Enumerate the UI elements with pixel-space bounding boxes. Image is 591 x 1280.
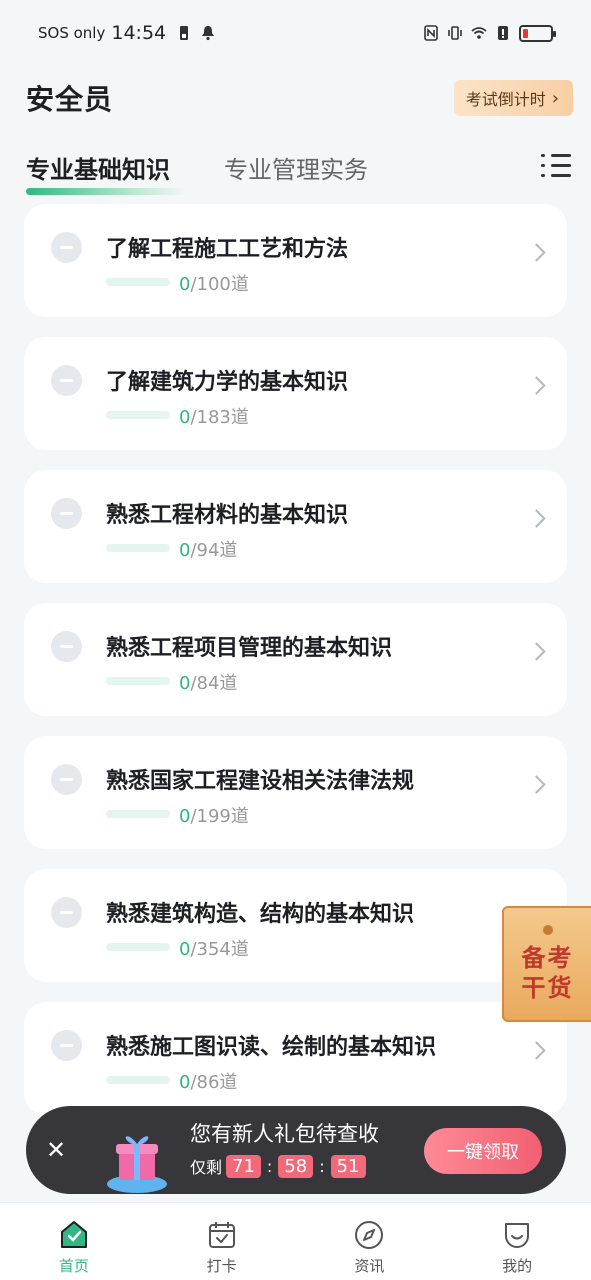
chapter-title: 熟悉工程材料的基本知识 <box>106 503 349 528</box>
remaining-label: 仅剩 <box>190 1158 223 1177</box>
nav-news[interactable]: 资讯 <box>329 1219 409 1276</box>
promo-timer: 仅剩 71 : 58 : 51 <box>190 1154 379 1178</box>
profile-face-icon <box>505 1223 530 1248</box>
nav-label: 我的 <box>502 1257 533 1275</box>
question-count: 0/84道 <box>179 673 238 694</box>
nav-label: 资讯 <box>354 1257 385 1275</box>
list-menu-icon[interactable] <box>541 154 571 178</box>
chapter-list: 了解工程施工工艺和方法 0/100道 了解建筑力学的基本知识 0/183道 熟悉… <box>24 204 567 1135</box>
collapse-icon[interactable] <box>51 498 82 529</box>
chevron-right-icon: › <box>551 87 559 109</box>
tag-knot-icon <box>542 925 553 935</box>
chapter-card[interactable]: 熟悉工程材料的基本知识 0/94道 <box>24 470 567 583</box>
chevron-right-icon <box>527 1041 546 1060</box>
tab-label: 专业管理实务 <box>224 156 368 184</box>
question-count: 0/354道 <box>179 939 249 960</box>
collapse-icon[interactable] <box>51 365 82 396</box>
progress-bar <box>106 411 170 419</box>
chevron-right-icon <box>527 376 546 395</box>
notification-bell-icon <box>202 26 215 41</box>
sos-label: SOS only <box>38 24 106 42</box>
claim-gift-button[interactable]: 一键领取 <box>424 1128 542 1174</box>
home-icon <box>60 1221 87 1248</box>
new-user-gift-banner: ✕ 您有新人礼包待查收 仅剩 71 : 58 : 51 一键领取 <box>26 1106 566 1194</box>
progress-bar <box>106 278 170 286</box>
wifi-icon <box>471 27 487 39</box>
compass-icon <box>355 1221 384 1249</box>
subject-tabs: 专业基础知识 专业管理实务 <box>0 140 591 196</box>
progress-bar <box>106 544 170 552</box>
chapter-title: 了解工程施工工艺和方法 <box>106 237 349 262</box>
chevron-right-icon <box>527 509 546 528</box>
chapter-card[interactable]: 了解工程施工工艺和方法 0/100道 <box>24 204 567 317</box>
tag-line-2: 干货 <box>521 974 574 1002</box>
question-count: 0/183道 <box>179 407 249 428</box>
question-count: 0/94道 <box>179 540 238 561</box>
question-count: 0/199道 <box>179 806 249 827</box>
calendar-check-icon <box>208 1222 235 1248</box>
exam-countdown-button[interactable]: 考试倒计时 › <box>453 80 573 116</box>
timer-minutes: 58 <box>278 1154 314 1178</box>
close-icon[interactable]: ✕ <box>34 1136 78 1164</box>
chapter-card[interactable]: 熟悉工程项目管理的基本知识 0/84道 <box>24 603 567 716</box>
chapter-title: 熟悉工程项目管理的基本知识 <box>106 636 393 661</box>
page-header: 安全员 考试倒计时 › <box>0 70 591 126</box>
chevron-right-icon <box>527 775 546 794</box>
progress-bar <box>106 677 170 685</box>
status-bar: SOS only 14:54 <box>0 0 591 66</box>
tag-line-1: 备考 <box>521 944 574 972</box>
nav-home[interactable]: 首页 <box>34 1219 114 1276</box>
progress-bar <box>106 1076 170 1084</box>
chapter-title: 了解建筑力学的基本知识 <box>106 370 349 395</box>
collapse-icon[interactable] <box>51 897 82 928</box>
sim-card-icon <box>180 26 189 40</box>
chevron-right-icon <box>527 243 546 262</box>
nav-profile[interactable]: 我的 <box>477 1219 557 1276</box>
promo-headline: 您有新人礼包待查收 <box>190 1122 379 1146</box>
collapse-icon[interactable] <box>51 232 82 263</box>
collapse-icon[interactable] <box>51 764 82 795</box>
chapter-title: 熟悉施工图识读、绘制的基本知识 <box>106 1035 437 1060</box>
tab-label: 专业基础知识 <box>26 156 170 184</box>
progress-bar <box>106 943 170 951</box>
battery-icon <box>519 24 556 42</box>
study-material-tag[interactable]: 备考 干货 <box>502 906 591 1022</box>
chapter-card[interactable]: 熟悉建筑构造、结构的基本知识 0/354道 <box>24 869 567 982</box>
tab-professional-basics[interactable]: 专业基础知识 <box>26 140 186 195</box>
bottom-nav: 首页 打卡 资讯 我的 <box>0 1202 591 1280</box>
progress-bar <box>106 810 170 818</box>
chapter-title: 熟悉国家工程建设相关法律法规 <box>106 769 415 794</box>
collapse-icon[interactable] <box>51 1030 82 1061</box>
chapter-title: 熟悉建筑构造、结构的基本知识 <box>106 902 415 927</box>
chapter-card[interactable]: 熟悉施工图识读、绘制的基本知识 0/86道 <box>24 1002 567 1115</box>
nav-label: 打卡 <box>206 1257 237 1275</box>
timer-seconds: 51 <box>330 1154 366 1178</box>
chevron-right-icon <box>527 642 546 661</box>
question-count: 0/86道 <box>179 1072 238 1093</box>
status-time: 14:54 <box>111 22 167 44</box>
gift-box-icon <box>107 1136 167 1193</box>
active-tab-indicator <box>26 188 186 195</box>
nav-checkin[interactable]: 打卡 <box>182 1219 262 1276</box>
question-count: 0/100道 <box>179 274 249 295</box>
chapter-card[interactable]: 熟悉国家工程建设相关法律法规 0/199道 <box>24 736 567 849</box>
nfc-icon <box>424 25 438 41</box>
alert-icon <box>498 26 508 40</box>
chapter-card[interactable]: 了解建筑力学的基本知识 0/183道 <box>24 337 567 450</box>
vibrate-icon <box>448 26 462 40</box>
exam-countdown-label: 考试倒计时 <box>465 90 546 109</box>
timer-hours: 71 <box>226 1154 261 1178</box>
tab-management-practice[interactable]: 专业管理实务 <box>224 140 368 185</box>
nav-label: 首页 <box>58 1257 89 1275</box>
page-title: 安全员 <box>26 83 114 116</box>
collapse-icon[interactable] <box>51 631 82 662</box>
